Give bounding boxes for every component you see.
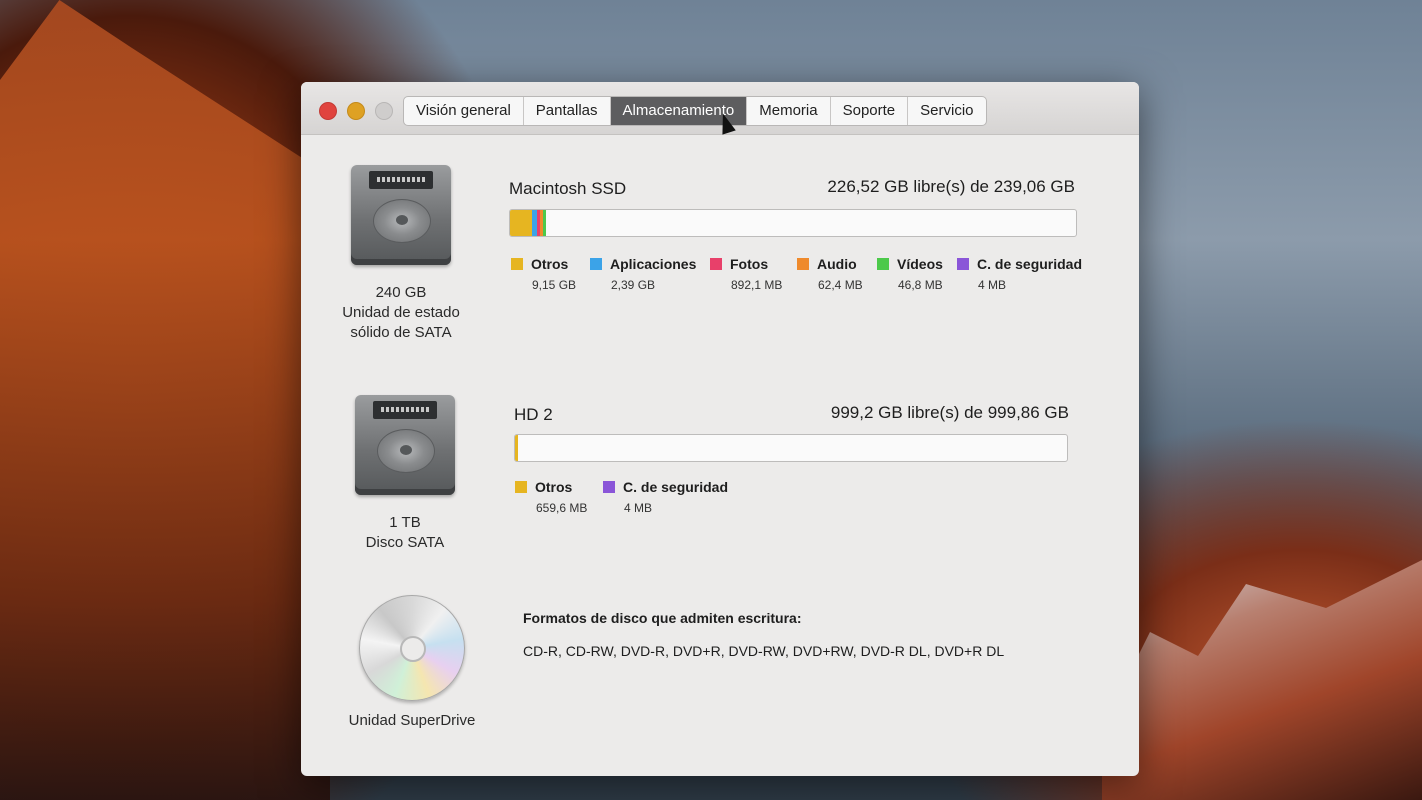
legend-size: 2,39 GB bbox=[611, 278, 656, 292]
legend-label: Otros bbox=[535, 479, 573, 495]
legend-item-videos: Vídeos 46,8 MB bbox=[877, 256, 957, 292]
about-this-mac-window: Visión general Pantallas Almacenamiento … bbox=[301, 82, 1139, 776]
optical-disc-icon bbox=[359, 595, 465, 701]
tab-bar: Visión general Pantallas Almacenamiento … bbox=[403, 96, 987, 126]
legend-swatch bbox=[603, 481, 615, 493]
drive-ssd-info: 240 GB Unidad de estado sólido de SATA bbox=[337, 165, 465, 343]
legend-swatch bbox=[957, 258, 969, 270]
drive-hd2-info: 1 TB Disco SATA bbox=[341, 395, 469, 553]
usage-segment-otros bbox=[510, 210, 532, 236]
legend-size: 62,4 MB bbox=[818, 278, 863, 292]
legend-item-otros: Otros 9,15 GB bbox=[511, 256, 590, 292]
legend-size: 892,1 MB bbox=[731, 278, 783, 292]
drive-name: HD 2 bbox=[514, 405, 553, 424]
drive-capacity: 1 TB bbox=[389, 514, 421, 531]
drive-free-space: 226,52 GB libre(s) de 239,06 GB bbox=[827, 177, 1075, 196]
legend-item-backup: C. de seguridad 4 MB bbox=[957, 256, 1097, 292]
tab-memoria[interactable]: Memoria bbox=[747, 97, 831, 125]
legend-swatch bbox=[877, 258, 889, 270]
zoom-button[interactable] bbox=[375, 102, 393, 120]
tab-vision-general[interactable]: Visión general bbox=[404, 97, 524, 125]
close-button[interactable] bbox=[319, 102, 337, 120]
drive-free-space: 999,2 GB libre(s) de 999,86 GB bbox=[830, 403, 1069, 422]
tab-pantallas[interactable]: Pantallas bbox=[524, 97, 611, 125]
drive-capacity: 240 GB bbox=[375, 284, 427, 301]
legend-item-audio: Audio 62,4 MB bbox=[797, 256, 877, 292]
hard-drive-icon bbox=[355, 395, 455, 499]
drive-type-line: Disco SATA bbox=[365, 534, 445, 551]
drive-type-line: sólido de SATA bbox=[350, 324, 452, 341]
storage-usage-bar[interactable] bbox=[509, 209, 1077, 237]
legend-item-otros: Otros 659,6 MB bbox=[515, 479, 603, 515]
legend-label: Otros bbox=[531, 256, 569, 272]
superdrive-info: Unidad SuperDrive bbox=[337, 595, 487, 731]
legend-swatch bbox=[590, 258, 602, 270]
legend-size: 9,15 GB bbox=[532, 278, 577, 292]
legend-label: Aplicaciones bbox=[610, 256, 697, 272]
legend-item-aplicaciones: Aplicaciones 2,39 GB bbox=[590, 256, 710, 292]
legend-item-fotos: Fotos 892,1 MB bbox=[710, 256, 797, 292]
legend-size: 46,8 MB bbox=[898, 278, 943, 292]
minimize-button[interactable] bbox=[347, 102, 365, 120]
legend-size: 4 MB bbox=[624, 501, 653, 515]
formats-title: Formatos de disco que admiten escritura: bbox=[523, 610, 802, 626]
legend-swatch bbox=[710, 258, 722, 270]
desktop-wallpaper-mountain bbox=[1102, 560, 1422, 800]
drive-name: Macintosh SSD bbox=[509, 179, 627, 198]
legend-label: Audio bbox=[817, 256, 857, 272]
legend-label: Vídeos bbox=[897, 256, 943, 272]
formats-list: CD-R, CD-RW, DVD-R, DVD+R, DVD-RW, DVD+R… bbox=[523, 643, 1005, 659]
usage-segment-videos bbox=[543, 210, 547, 236]
storage-legend: Otros 9,15 GB Aplicaciones 2,39 GB Fotos 892,… bbox=[511, 256, 1097, 292]
superdrive-name: Unidad SuperDrive bbox=[348, 712, 476, 729]
legend-size: 4 MB bbox=[978, 278, 1007, 292]
usage-segment-otros bbox=[515, 435, 518, 461]
storage-usage-bar[interactable] bbox=[514, 434, 1068, 462]
legend-label: C. de seguridad bbox=[977, 256, 1083, 272]
legend-swatch bbox=[797, 258, 809, 270]
desktop-wallpaper bbox=[0, 0, 330, 800]
legend-size: 659,6 MB bbox=[536, 501, 588, 515]
legend-label: C. de seguridad bbox=[623, 479, 729, 495]
legend-label: Fotos bbox=[730, 256, 769, 272]
drive-type-line: Unidad de estado bbox=[342, 304, 460, 321]
legend-swatch bbox=[511, 258, 523, 270]
tab-servicio[interactable]: Servicio bbox=[908, 97, 985, 125]
storage-legend: Otros 659,6 MB C. de seguridad 4 MB bbox=[515, 479, 743, 515]
hard-drive-icon bbox=[351, 165, 451, 269]
tab-soporte[interactable]: Soporte bbox=[831, 97, 909, 125]
legend-swatch bbox=[515, 481, 527, 493]
title-bar: Visión general Pantallas Almacenamiento … bbox=[301, 82, 1139, 135]
storage-content: 240 GB Unidad de estado sólido de SATA M… bbox=[301, 135, 1139, 776]
legend-item-backup: C. de seguridad 4 MB bbox=[603, 479, 743, 515]
